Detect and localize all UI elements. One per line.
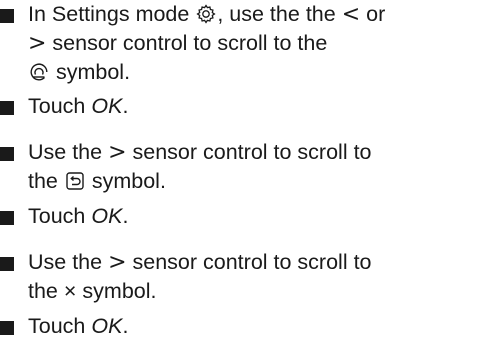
- step-1-line-1: In Settings mode , use the or the < or: [28, 2, 386, 27]
- sensor-symbol-icon: [29, 62, 49, 82]
- greater-than-symbol: >: [108, 140, 127, 165]
- less-than-symbol: <: [341, 2, 361, 27]
- greater-than-symbol: >: [28, 31, 47, 56]
- bullet-icon: [0, 211, 14, 225]
- step-2: Touch OK.: [0, 92, 128, 120]
- step-1-line-3: symbol.: [28, 58, 385, 86]
- step-3: Use the > sensor control to scroll to th…: [0, 138, 372, 195]
- bullet-icon: [0, 9, 14, 23]
- greater-than-symbol: >: [108, 250, 127, 275]
- bullet-icon: [0, 257, 14, 271]
- back-arrow-icon: [65, 171, 85, 191]
- bullet-icon: [0, 101, 14, 115]
- step-4: Touch OK.: [0, 202, 128, 230]
- bullet-icon: [0, 321, 14, 335]
- settings-gear-icon: [196, 4, 216, 24]
- step-3-line-2: the symbol.: [28, 169, 166, 193]
- step-5-line-2: the × symbol.: [28, 279, 157, 303]
- step-1-line-2: > sensor control to scroll to the: [28, 31, 328, 56]
- close-x-symbol: ×: [63, 279, 77, 303]
- step-3-line-1: Use the > sensor control to scroll to: [28, 140, 372, 165]
- or-word: or: [366, 2, 386, 26]
- bullet-icon: [0, 147, 14, 161]
- step-5-line-1: Use the > sensor control to scroll to: [28, 250, 372, 275]
- step-1: In Settings mode , use the or the < or >…: [0, 0, 385, 86]
- step-5: Use the > sensor control to scroll to th…: [0, 248, 372, 305]
- step-6: Touch OK.: [0, 312, 128, 340]
